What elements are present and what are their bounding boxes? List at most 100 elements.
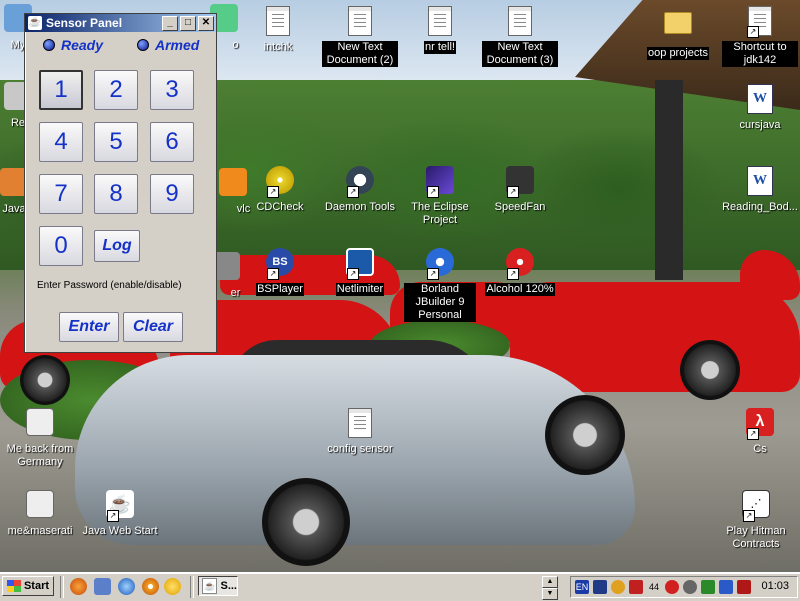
wallpaper-wheel [262, 478, 350, 566]
desktop[interactable]: My Re Java o vlc er intchk New Text Docu… [0, 0, 800, 572]
maximize-icon[interactable]: □ [180, 15, 196, 31]
keypad-button-4[interactable]: 4 [39, 122, 83, 162]
language-indicator[interactable]: EN [575, 580, 589, 594]
clock[interactable]: 01:03 [761, 580, 789, 592]
ready-indicator: Ready [43, 37, 103, 53]
close-icon[interactable]: ✕ [198, 15, 214, 31]
hitman-icon: ⋰ ↗ [740, 490, 772, 522]
no-entry-icon[interactable] [665, 580, 679, 594]
fan-icon: ↗ [504, 166, 536, 198]
desktop-icon-jdk142[interactable]: ↗ Shortcut to jdk142 [720, 4, 800, 67]
password-hint: Enter Password (enable/disable) [37, 280, 182, 291]
desktop-icon-new-text-document-2[interactable]: New Text Document (2) [320, 4, 400, 67]
taskbar: Start ☕ S... ▲ ▼ EN 44 01:03 [0, 572, 800, 601]
media-player-icon[interactable] [142, 578, 159, 595]
cd-icon: ↗ [264, 166, 296, 198]
title-bar[interactable]: ☕ Sensor Panel _ □ ✕ [25, 14, 216, 32]
armed-led-icon [137, 39, 149, 51]
keypad-button-3[interactable]: 3 [150, 70, 194, 110]
window-title: Sensor Panel [46, 16, 123, 30]
clear-button[interactable]: Clear [123, 312, 183, 342]
keypad-button-0[interactable]: 0 [39, 226, 83, 266]
keypad-button-8[interactable]: 8 [94, 174, 138, 214]
desktop-icon-eclipse[interactable]: ↗ The Eclipse Project [400, 164, 480, 227]
wallpaper-wheel [20, 355, 70, 405]
wallpaper-wheel [680, 340, 740, 400]
wallpaper-pillar [655, 80, 683, 280]
keypad-button-5[interactable]: 5 [94, 122, 138, 162]
help-document-icon: ↗ [744, 6, 776, 38]
minimize-icon[interactable]: _ [162, 15, 178, 31]
start-button[interactable]: Start [2, 576, 54, 596]
desktop-icon-jbuilder[interactable]: ↗ Borland JBuilder 9 Personal [400, 246, 480, 322]
desktop-icon-config-sensor[interactable]: config sensor [320, 406, 400, 456]
internet-explorer-icon[interactable] [118, 578, 135, 595]
taskbar-separator [190, 576, 194, 598]
netlimiter-icon: ↗ [344, 248, 376, 280]
scroll-down-icon[interactable]: ▼ [542, 588, 558, 600]
outlook-icon[interactable] [94, 578, 111, 595]
desktop-icon-java-web-start[interactable]: ☕ ↗ Java Web Start [80, 488, 160, 538]
keypad-button-9[interactable]: 9 [150, 174, 194, 214]
desktop-icon-daemon-tools[interactable]: ↗ Daemon Tools [320, 164, 400, 214]
taskbar-button-sensor-panel[interactable]: ☕ S... [198, 576, 238, 596]
desktop-icon-reading[interactable]: W Reading_Bod... [720, 164, 800, 214]
keypad-button-6[interactable]: 6 [150, 122, 194, 162]
desktop-icon-me-back-from-germany[interactable]: Me back from Germany [0, 406, 80, 469]
desktop-icon-speedfan[interactable]: ↗ SpeedFan [480, 164, 560, 214]
ati-icon[interactable] [737, 580, 751, 594]
bsplayer-icon: BS ↗ [264, 248, 296, 280]
wallpaper-wheel [545, 395, 625, 475]
windows-logo-icon [6, 580, 21, 592]
taskbar-button-label: S... [220, 580, 237, 592]
enter-button[interactable]: Enter [59, 312, 119, 342]
app-icon: ☕ [28, 16, 42, 30]
keypad-button-1[interactable]: 1 [39, 70, 83, 110]
keypad-button-2[interactable]: 2 [94, 70, 138, 110]
save-icon[interactable] [593, 580, 607, 594]
network-icon[interactable] [701, 580, 715, 594]
display-icon[interactable] [719, 580, 733, 594]
app-icon: ☕ [202, 578, 218, 594]
messenger-icon[interactable] [164, 578, 181, 595]
desktop-icon-cursjava[interactable]: W cursjava [720, 82, 800, 132]
image-file-icon [24, 408, 56, 440]
desktop-icon-play-hitman[interactable]: ⋰ ↗ Play Hitman Contracts [716, 488, 796, 551]
ready-led-icon [43, 39, 55, 51]
alcohol-icon: ↗ [504, 248, 536, 280]
desktop-icon-netlimiter[interactable]: ↗ Netlimiter [320, 246, 400, 296]
disc-icon[interactable] [683, 580, 697, 594]
desktop-icon-new-text-document-3[interactable]: New Text Document (3) [480, 4, 560, 67]
java-icon: ☕ ↗ [104, 490, 136, 522]
taskbar-separator [60, 576, 64, 598]
desktop-icon-nr-tell[interactable]: nr tell! [400, 4, 480, 54]
desktop-icon-alcohol[interactable]: ↗ Alcohol 120% [480, 246, 560, 296]
smiley-icon[interactable] [611, 580, 625, 594]
desktop-icon-cdcheck[interactable]: ↗ CDCheck [240, 164, 320, 214]
half-life-icon: λ ↗ [744, 408, 776, 440]
armed-indicator: Armed [137, 37, 199, 53]
jbuilder-icon: ↗ [424, 248, 456, 280]
desktop-icon-intchk[interactable]: intchk [238, 4, 318, 54]
scroll-up-icon[interactable]: ▲ [542, 576, 558, 588]
antivirus-icon[interactable] [629, 580, 643, 594]
taskbar-scroll[interactable]: ▲ ▼ [542, 576, 558, 600]
desktop-icon-oop-projects[interactable]: oop projects [638, 4, 718, 60]
text-document-icon [424, 6, 456, 38]
word-document-icon: W [744, 84, 776, 116]
log-button[interactable]: Log [94, 230, 140, 262]
sensor-panel-window[interactable]: ☕ Sensor Panel _ □ ✕ Ready Armed 1 2 3 4… [24, 13, 217, 353]
desktop-icon-bsplayer[interactable]: BS ↗ BSPlayer [240, 246, 320, 296]
tray-number[interactable]: 44 [647, 580, 661, 594]
keypad-button-7[interactable]: 7 [39, 174, 83, 214]
desktop-icon-cs[interactable]: λ ↗ Cs [720, 406, 800, 456]
desktop-icon-me-maserati[interactable]: me&maserati [0, 488, 80, 538]
firefox-icon[interactable] [70, 578, 87, 595]
text-document-icon [504, 6, 536, 38]
system-tray: EN 44 01:03 [570, 576, 798, 598]
word-document-icon: W [744, 166, 776, 198]
text-document-icon [344, 6, 376, 38]
folder-icon [662, 12, 694, 44]
start-label: Start [23, 580, 50, 592]
armed-label: Armed [155, 37, 200, 53]
